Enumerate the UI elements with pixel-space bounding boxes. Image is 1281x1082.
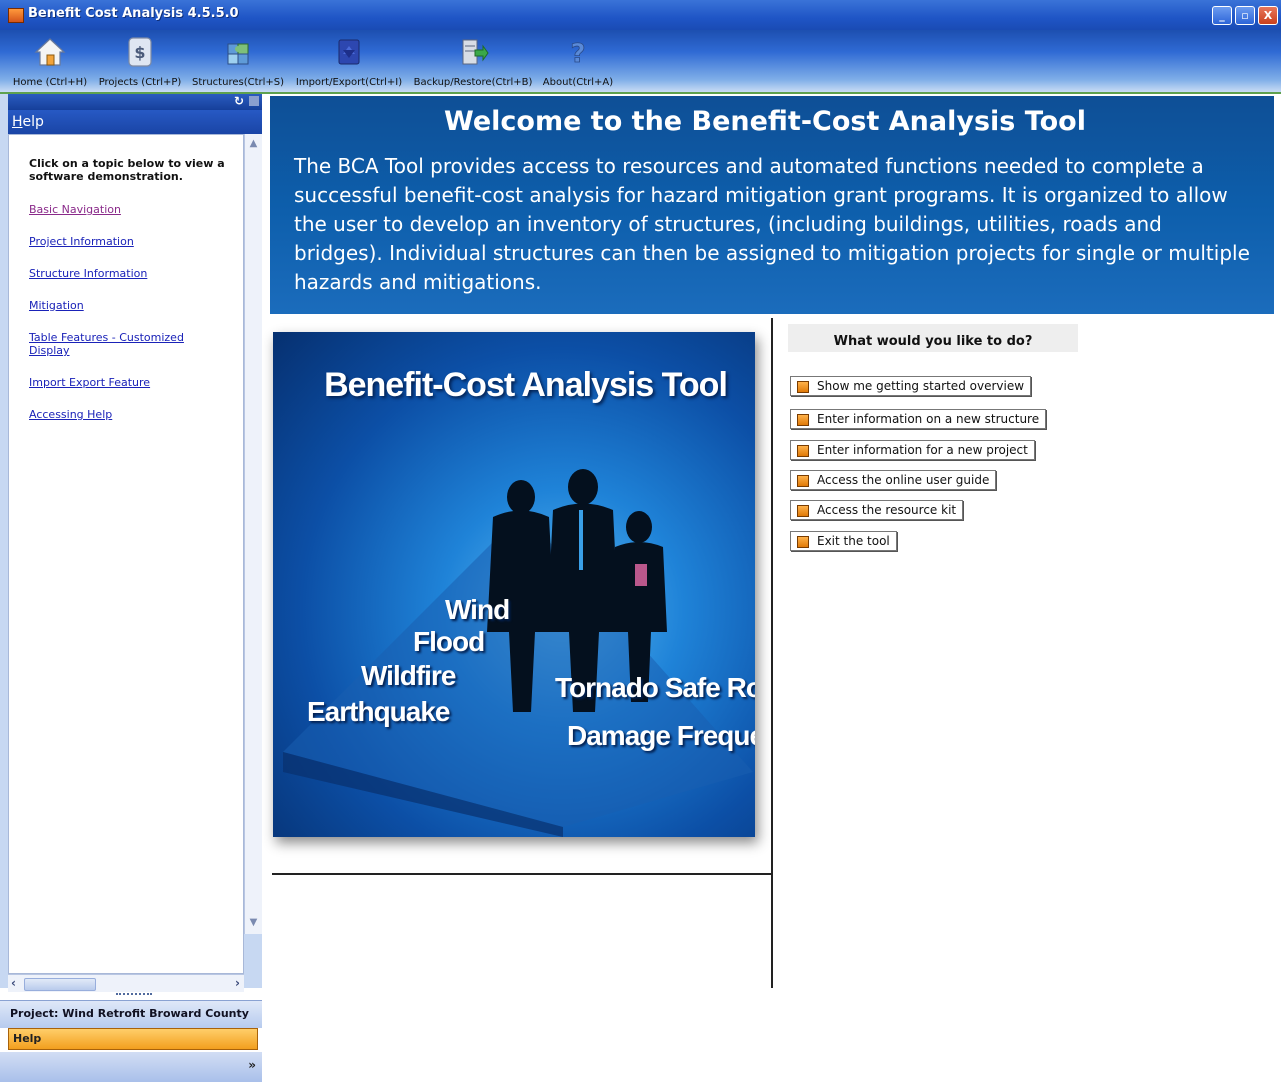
help-link-structure-information[interactable]: Structure Information bbox=[29, 267, 239, 280]
new-structure-button[interactable]: Enter information on a new structure bbox=[790, 409, 1047, 429]
scroll-down-icon[interactable]: ▼ bbox=[247, 917, 260, 930]
help-intro-text: Click on a topic below to view a softwar… bbox=[29, 157, 225, 183]
splash-feature-damage-frequency: Damage Frequency bbox=[567, 720, 755, 751]
scroll-up-icon[interactable]: ▲ bbox=[247, 138, 260, 151]
help-vertical-scrollbar[interactable]: ▲ ▼ bbox=[244, 134, 262, 934]
minimize-button[interactable]: _ bbox=[1212, 6, 1232, 25]
help-header-access-key: H bbox=[12, 114, 23, 130]
svg-text:$: $ bbox=[134, 43, 145, 62]
window-title-bar: Benefit Cost Analysis 4.5.5.0 _ ▫ X bbox=[0, 0, 1281, 30]
exit-tool-label: Exit the tool bbox=[817, 534, 890, 548]
toolbar-projects-label: Projects (Ctrl+P) bbox=[98, 77, 182, 88]
online-user-guide-label: Access the online user guide bbox=[817, 473, 990, 487]
actions-panel: What would you like to do? Show me getti… bbox=[774, 318, 1281, 988]
help-horizontal-scrollbar[interactable]: ‹ › bbox=[8, 974, 244, 992]
dollar-document-icon: $ bbox=[128, 37, 152, 67]
splitter-grip[interactable] bbox=[116, 993, 152, 998]
home-icon bbox=[34, 38, 66, 66]
help-topic-pane: Click on a topic below to view a softwar… bbox=[8, 134, 244, 974]
getting-started-label: Show me getting started overview bbox=[817, 379, 1025, 393]
help-link-project-information[interactable]: Project Information bbox=[29, 235, 239, 248]
main-toolbar: Home (Ctrl+H) $ Projects (Ctrl+P) Struct… bbox=[0, 30, 1281, 94]
toolbar-import-export-button[interactable]: Import/Export(Ctrl+I) bbox=[294, 30, 404, 92]
actions-heading: What would you like to do? bbox=[788, 324, 1078, 352]
chevron-down-icon[interactable]: » bbox=[248, 1058, 256, 1072]
getting-started-button[interactable]: Show me getting started overview bbox=[790, 376, 1032, 396]
question-mark-icon: ? bbox=[570, 39, 586, 68]
splash-hazard-earthquake: Earthquake bbox=[307, 696, 450, 727]
orange-square-icon bbox=[797, 536, 809, 548]
welcome-banner: Welcome to the Benefit-Cost Analysis Too… bbox=[270, 96, 1274, 314]
puzzle-icon bbox=[227, 43, 249, 65]
orange-square-icon bbox=[797, 505, 809, 517]
import-export-icon bbox=[338, 39, 360, 65]
orange-square-icon bbox=[797, 381, 809, 393]
help-link-import-export[interactable]: Import Export Feature bbox=[29, 376, 239, 389]
sidebar-bottom-bar: » bbox=[0, 1052, 262, 1082]
sidebar-title-strip: ↻ bbox=[8, 94, 262, 110]
horizontal-divider bbox=[272, 873, 772, 875]
toolbar-home-label: Home (Ctrl+H) bbox=[12, 77, 88, 88]
help-header-title: elp bbox=[22, 114, 44, 130]
help-tab[interactable]: Help bbox=[8, 1028, 258, 1050]
help-link-basic-navigation[interactable]: Basic Navigation bbox=[29, 203, 239, 216]
sidebar: ↻ Help Click on a topic below to view a … bbox=[0, 94, 262, 1082]
toolbar-home-button[interactable]: Home (Ctrl+H) bbox=[10, 30, 90, 92]
splash-feature-tornado-safe-room: Tornado Safe Room bbox=[555, 672, 755, 703]
toolbar-about-button[interactable]: ? About(Ctrl+A) bbox=[541, 30, 615, 92]
new-project-button[interactable]: Enter information for a new project bbox=[790, 440, 1035, 460]
new-project-label: Enter information for a new project bbox=[817, 443, 1028, 457]
exit-tool-button[interactable]: Exit the tool bbox=[790, 531, 897, 551]
toolbar-backup-restore-button[interactable]: Backup/Restore(Ctrl+B) bbox=[412, 30, 534, 92]
orange-square-icon bbox=[797, 445, 809, 457]
resource-kit-label: Access the resource kit bbox=[817, 503, 957, 517]
restore-button[interactable]: ▫ bbox=[1235, 6, 1255, 25]
toolbar-backup-restore-label: Backup/Restore(Ctrl+B) bbox=[413, 77, 533, 88]
splash-hazard-wildfire: Wildfire bbox=[361, 660, 456, 691]
refresh-icon[interactable]: ↻ bbox=[234, 94, 244, 108]
app-icon bbox=[8, 8, 24, 23]
vertical-divider bbox=[771, 318, 773, 988]
close-button[interactable]: X bbox=[1258, 6, 1278, 25]
welcome-title: Welcome to the Benefit-Cost Analysis Too… bbox=[444, 106, 1086, 137]
scroll-thumb[interactable] bbox=[24, 978, 96, 991]
splash-background-art bbox=[283, 469, 753, 837]
help-link-accessing-help[interactable]: Accessing Help bbox=[29, 408, 239, 421]
orange-square-icon bbox=[797, 475, 809, 487]
splash-hazard-wind: Wind bbox=[445, 594, 510, 625]
help-panel-header: Help bbox=[8, 110, 262, 134]
welcome-body: The BCA Tool provides access to resource… bbox=[294, 154, 1250, 294]
sidebar-close-icon[interactable] bbox=[249, 96, 259, 106]
orange-square-icon bbox=[797, 414, 809, 426]
online-user-guide-button[interactable]: Access the online user guide bbox=[790, 470, 997, 490]
help-link-table-features[interactable]: Table Features - Customized Display bbox=[29, 331, 199, 357]
server-backup-icon bbox=[462, 39, 489, 65]
splash-hazard-flood: Flood bbox=[413, 626, 485, 657]
new-structure-label: Enter information on a new structure bbox=[817, 412, 1040, 426]
toolbar-structures-button[interactable]: Structures(Ctrl+S) bbox=[190, 30, 286, 92]
toolbar-about-label: About(Ctrl+A) bbox=[542, 77, 614, 88]
window-title: Benefit Cost Analysis 4.5.5.0 bbox=[28, 6, 239, 21]
svg-text:?: ? bbox=[570, 39, 585, 68]
splash-title: Benefit-Cost Analysis Tool bbox=[324, 366, 728, 404]
toolbar-import-export-label: Import/Export(Ctrl+I) bbox=[295, 77, 403, 88]
toolbar-structures-label: Structures(Ctrl+S) bbox=[191, 77, 285, 88]
project-bar[interactable]: Project: Wind Retrofit Broward County bbox=[0, 1000, 262, 1028]
resource-kit-button[interactable]: Access the resource kit bbox=[790, 500, 964, 520]
help-link-mitigation[interactable]: Mitigation bbox=[29, 299, 239, 312]
splash-image: Benefit-Cost Analysis Tool Wind Flood Wi… bbox=[273, 332, 755, 837]
toolbar-projects-button[interactable]: $ Projects (Ctrl+P) bbox=[97, 30, 183, 92]
